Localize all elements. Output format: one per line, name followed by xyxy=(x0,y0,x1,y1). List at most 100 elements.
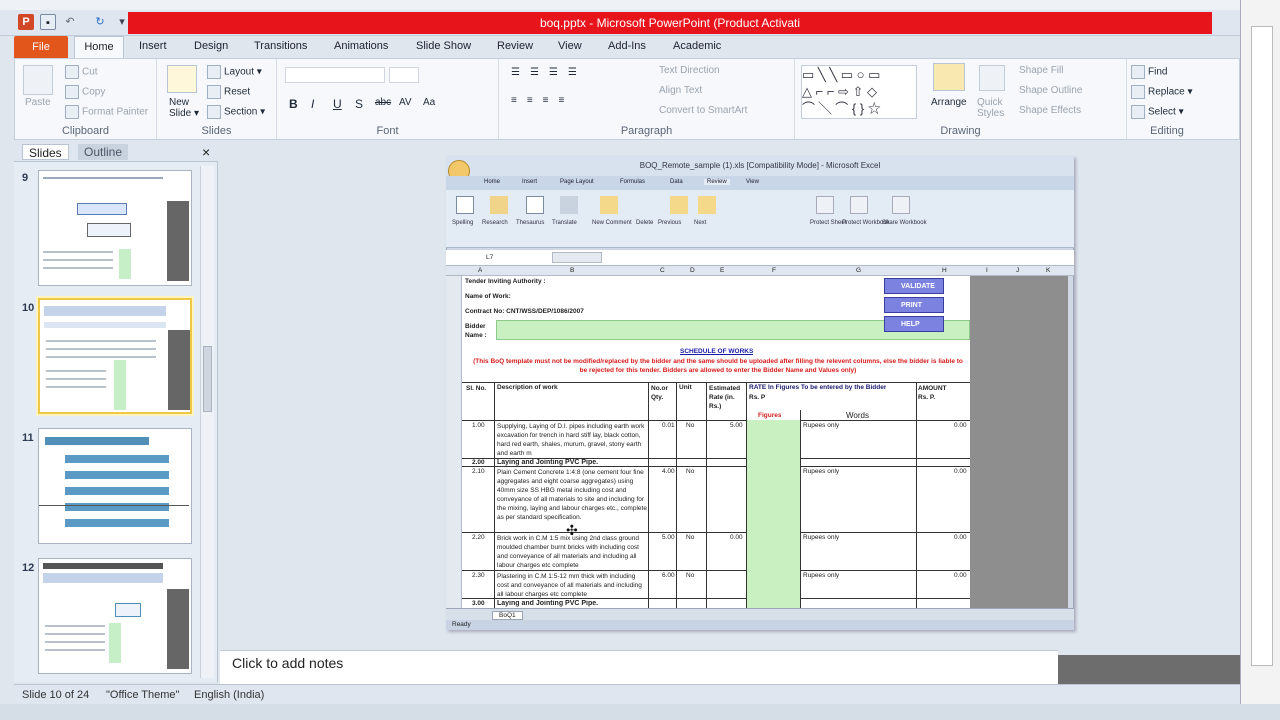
replace-icon xyxy=(1131,85,1145,99)
copy-button[interactable]: Copy xyxy=(65,85,105,99)
replace-button[interactable]: Replace ▾ xyxy=(1131,85,1193,99)
select-button[interactable]: Select ▾ xyxy=(1131,105,1184,119)
excel-tab: View xyxy=(746,179,759,185)
tab-slides[interactable]: Slides xyxy=(22,144,69,160)
item-words: Rupees only xyxy=(803,422,840,429)
header-desc: Description of work xyxy=(497,384,558,391)
align-buttons[interactable]: ≡≡≡≡ xyxy=(511,95,574,106)
ribbon: Paste Cut Copy Format Painter Clipboard … xyxy=(14,58,1240,140)
shape-outline-button[interactable]: Shape Outline xyxy=(1019,85,1082,96)
name-of-work-label: Name of Work: xyxy=(465,293,511,300)
slides-scrollbar[interactable] xyxy=(200,166,214,678)
arrange-icon xyxy=(933,63,965,91)
print-button[interactable]: PRINT xyxy=(884,297,944,313)
item-desc: Brick work in C.M 1:5 mix using 2nd clas… xyxy=(497,535,639,569)
pane-tabs: Slides Outline × xyxy=(14,142,218,162)
excel-tab: Review xyxy=(704,179,730,185)
slide-thumb-11[interactable] xyxy=(38,428,192,544)
shape-effects-button[interactable]: Shape Effects xyxy=(1019,105,1081,116)
quick-styles-icon xyxy=(979,65,1005,91)
clipboard-label: Clipboard xyxy=(61,125,110,137)
close-pane-icon[interactable]: × xyxy=(196,144,216,160)
reset-button[interactable]: Reset xyxy=(207,85,250,99)
header-words: Words xyxy=(846,411,869,420)
contract-no-label: Contract No: CNT/WSS/DEP/1086/2007 xyxy=(465,308,584,315)
slide-thumb-12[interactable] xyxy=(38,558,192,674)
previous-icon xyxy=(670,196,688,214)
mouse-cursor-icon: ✣ xyxy=(566,522,578,538)
powerpoint-logo-icon[interactable]: P xyxy=(18,14,34,30)
tab-insert[interactable]: Insert xyxy=(139,40,167,52)
save-icon[interactable]: ▪ xyxy=(40,14,56,30)
change-case-button[interactable]: Aa xyxy=(423,97,435,108)
slide-thumb-9[interactable] xyxy=(38,170,192,286)
undo-icon[interactable]: ↶ xyxy=(62,14,78,30)
layout-button[interactable]: Layout ▾ xyxy=(207,65,262,79)
redo-icon[interactable]: ↻ xyxy=(92,14,108,30)
item-qty: 6.00 xyxy=(662,572,675,579)
tab-design[interactable]: Design xyxy=(194,40,228,52)
help-button[interactable]: HELP xyxy=(884,316,944,332)
schedule-title: SCHEDULE OF WORKS xyxy=(680,348,754,355)
validate-button[interactable]: VALIDATE xyxy=(884,278,944,294)
convert-smartart-button[interactable]: Convert to SmartArt xyxy=(659,105,747,116)
item-words: Rupees only xyxy=(803,468,840,475)
text-direction-button[interactable]: Text Direction xyxy=(659,65,720,76)
cut-button[interactable]: Cut xyxy=(65,65,98,79)
language[interactable]: English (India) xyxy=(194,689,264,701)
brush-icon xyxy=(65,105,79,119)
tab-academic[interactable]: Academic xyxy=(673,40,721,52)
format-painter-button[interactable]: Format Painter xyxy=(65,105,148,119)
new-slide-icon xyxy=(167,65,197,93)
item-unit: No xyxy=(686,468,695,475)
font-size-box[interactable] xyxy=(389,67,419,83)
slides-label: Slides xyxy=(201,125,232,137)
section-button[interactable]: Section ▾ xyxy=(207,105,265,119)
char-spacing-button[interactable]: AV xyxy=(399,97,412,108)
share-workbook-icon xyxy=(892,196,910,214)
header-figures: Figures xyxy=(758,412,782,419)
scissors-icon xyxy=(65,65,79,79)
shadow-button[interactable]: S xyxy=(355,97,363,111)
notes-placeholder[interactable]: Click to add notes xyxy=(232,655,343,671)
italic-button[interactable]: I xyxy=(311,97,314,111)
tab-view[interactable]: View xyxy=(558,40,582,52)
list-buttons[interactable]: ☰☰☰☰ xyxy=(511,67,587,78)
align-text-button[interactable]: Align Text xyxy=(659,85,702,96)
item-qty: 0.01 xyxy=(662,422,675,429)
underline-button[interactable]: U xyxy=(333,97,342,111)
tab-animations[interactable]: Animations xyxy=(334,40,388,52)
thumb-num-12: 12 xyxy=(22,562,35,574)
shapes-gallery[interactable]: ▭ ╲ ╲ ▭ ○ ▭ △ ⌐ ⌐ ⇨ ⇧ ◇ ⌒ ╲ ⌒ { } ☆ xyxy=(801,65,917,119)
thumb-num-11: 11 xyxy=(22,432,34,444)
tender-authority-label: Tender Inviting Authority : xyxy=(465,278,546,285)
paste-button[interactable]: Paste xyxy=(25,97,51,108)
new-slide-button[interactable]: New Slide ▾ xyxy=(169,97,205,119)
font-label: Font xyxy=(376,125,399,137)
excel-sheet-tabs: BoQ1 xyxy=(446,608,1074,620)
quick-styles-button[interactable]: Quick Styles xyxy=(977,97,1011,119)
tab-outline[interactable]: Outline xyxy=(78,144,129,160)
item-amount: 0.00 xyxy=(954,468,967,475)
excel-tab: Home xyxy=(484,179,501,185)
excel-formula-bar: L7 xyxy=(446,250,1074,266)
notes-pane[interactable] xyxy=(220,650,1058,684)
font-name-box[interactable] xyxy=(285,67,385,83)
find-button[interactable]: Find xyxy=(1131,65,1167,79)
tab-slide-show[interactable]: Slide Show xyxy=(416,40,471,52)
bold-button[interactable]: B xyxy=(289,97,298,111)
arrange-button[interactable]: Arrange xyxy=(931,97,967,108)
shape-fill-button[interactable]: Shape Fill xyxy=(1019,65,1063,76)
slide-thumb-10[interactable] xyxy=(38,298,192,414)
tab-transitions[interactable]: Transitions xyxy=(254,40,307,52)
excel-tab: Page Layout xyxy=(560,179,594,185)
research-icon xyxy=(490,196,508,214)
excel-column-headers: A B C D E F G H I J K xyxy=(446,266,1074,276)
excel-tab: Data xyxy=(670,179,683,185)
excel-protect-sheet: Protect Sheet xyxy=(810,220,847,226)
tab-review[interactable]: Review xyxy=(497,40,533,52)
font-group: B I U S abc AV Aa Font xyxy=(277,59,499,139)
rate-figures-column[interactable] xyxy=(747,420,800,608)
tab-add-ins[interactable]: Add-Ins xyxy=(608,40,646,52)
strikethrough-button[interactable]: abc xyxy=(375,97,391,108)
